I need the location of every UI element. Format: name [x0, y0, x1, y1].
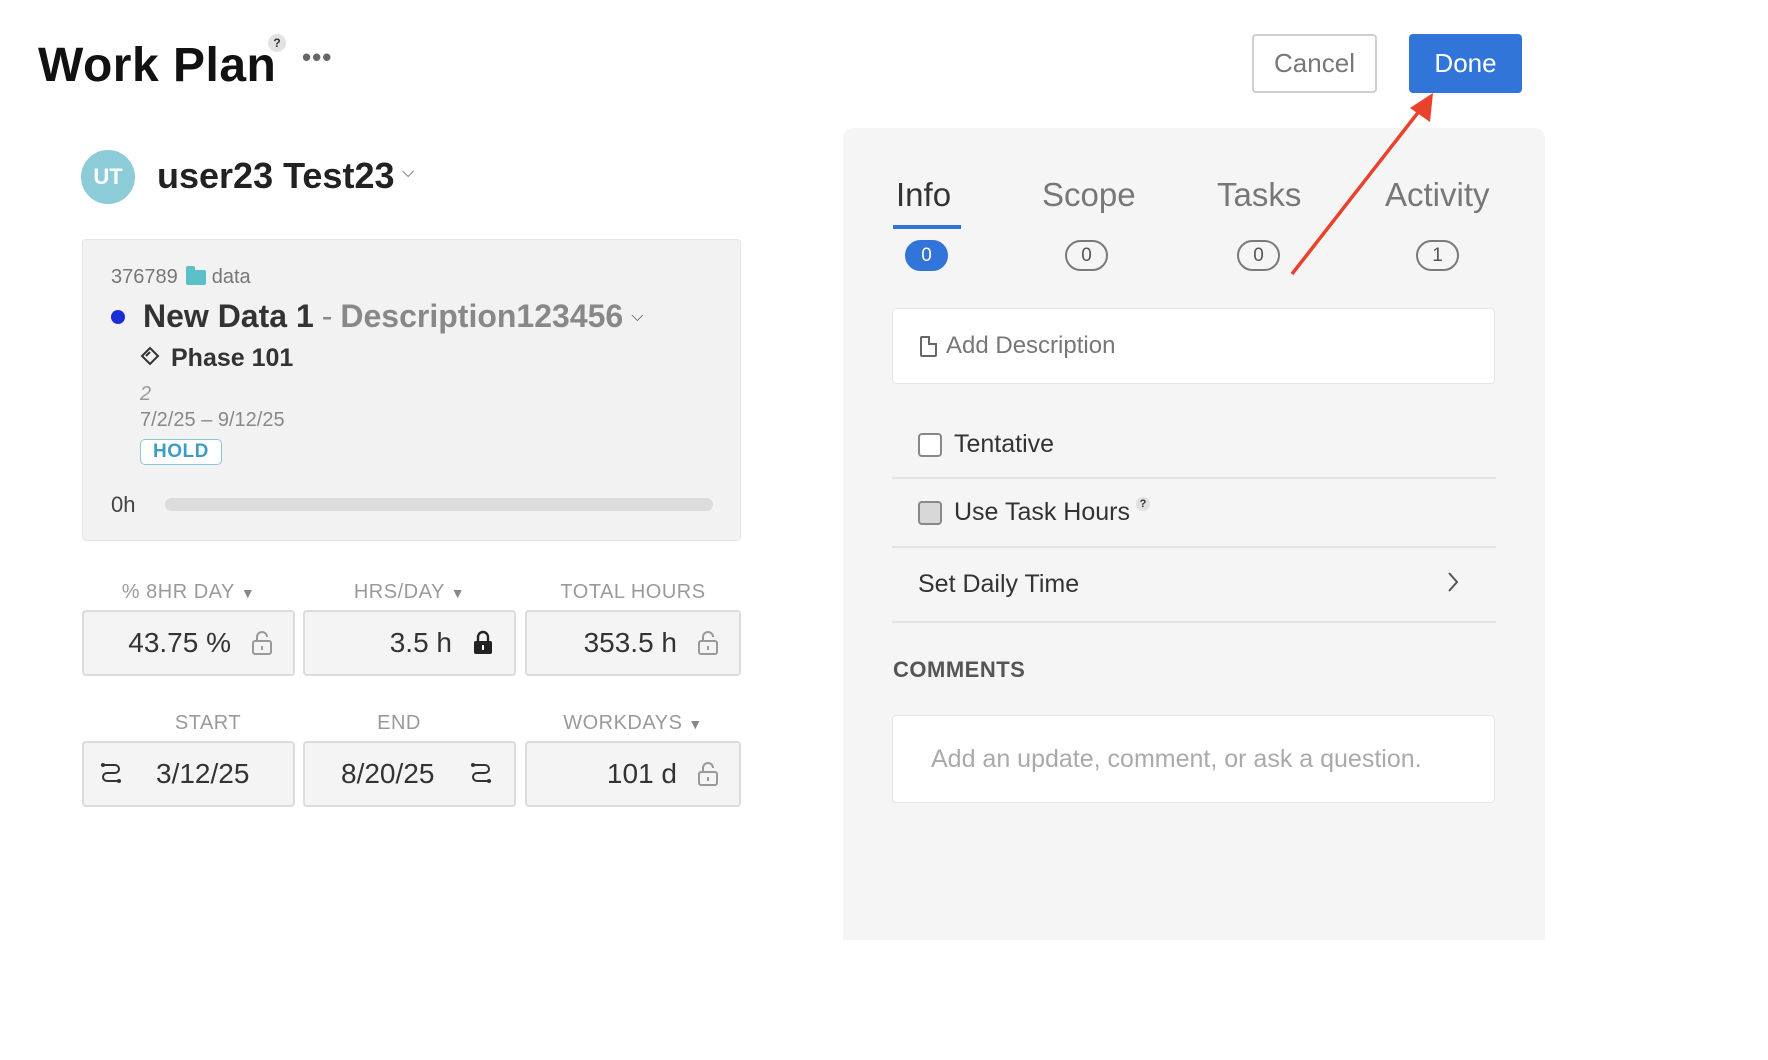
pct-day-header[interactable]: % 8HR DAY ▼: [82, 581, 295, 604]
phase-row: Phase 101: [139, 344, 293, 373]
total-hours-value: 353.5 h: [583, 627, 677, 658]
hours-spent: 0h: [111, 492, 136, 517]
unlocked-icon[interactable]: [251, 630, 273, 656]
chevron-down-icon[interactable]: ⌵: [631, 308, 643, 326]
folder-name: data: [211, 266, 251, 288]
end-date-field[interactable]: 8/20/25: [303, 741, 516, 807]
hrs-day-header[interactable]: HRS/DAY ▼: [303, 581, 516, 604]
hrs-day-label: HRS/DAY: [353, 581, 445, 603]
add-description-button[interactable]: Add Description: [892, 308, 1495, 384]
lock-icon[interactable]: [472, 630, 494, 656]
project-description: Description123456: [340, 298, 624, 334]
tab-activity[interactable]: Activity: [1385, 176, 1490, 214]
tab-scope-count: 0: [1065, 240, 1108, 271]
phase-number: 2: [140, 383, 152, 405]
unlocked-icon[interactable]: [697, 761, 719, 787]
done-button[interactable]: Done: [1409, 34, 1522, 93]
pct-day-label: % 8HR DAY: [121, 581, 235, 603]
page-title: Work Plan: [38, 39, 277, 92]
tab-tasks[interactable]: Tasks: [1217, 176, 1301, 214]
project-color-dot: [111, 309, 125, 324]
hrs-day-value: 3.5 h: [389, 627, 452, 658]
use-task-hours-label: Use Task Hours: [954, 498, 1130, 526]
help-icon[interactable]: ?: [1136, 496, 1150, 511]
tab-activity-count: 1: [1416, 240, 1459, 271]
phase-name: Phase 101: [171, 344, 294, 372]
tab-tasks-count: 0: [1237, 240, 1280, 271]
comments-heading: COMMENTS: [893, 657, 1026, 682]
start-date-field[interactable]: 3/12/25: [82, 741, 295, 807]
document-icon: [920, 335, 937, 357]
tentative-row[interactable]: Tentative: [892, 412, 1496, 479]
pct-day-field[interactable]: 43.75 %: [82, 610, 295, 676]
dependency-link-icon[interactable]: [98, 761, 124, 787]
phase-dates: 7/2/25 – 9/12/25: [140, 409, 285, 431]
status-badge: HOLD: [140, 439, 222, 465]
project-card: 376789 data New Data 1 - Description1234…: [82, 239, 741, 541]
user-name[interactable]: user23 Test23: [157, 155, 394, 197]
unlocked-icon[interactable]: [697, 630, 719, 656]
use-task-hours-checkbox[interactable]: [918, 500, 942, 525]
dependency-link-icon[interactable]: [468, 761, 494, 787]
total-hours-label: TOTAL HOURS: [560, 581, 706, 603]
caret-down-icon: ▼: [240, 585, 256, 601]
progress-bar: [165, 498, 713, 511]
end-date-value: 8/20/25: [341, 758, 435, 789]
hrs-day-field[interactable]: 3.5 h: [303, 610, 516, 676]
workdays-header[interactable]: WORKDAYS ▼: [525, 712, 741, 735]
caret-down-icon: ▼: [688, 716, 703, 732]
start-header: START: [82, 712, 334, 735]
use-task-hours-row[interactable]: Use Task Hours ?: [892, 479, 1496, 548]
folder-icon: [185, 266, 206, 285]
avatar: UT: [81, 150, 135, 204]
start-label: START: [174, 712, 242, 734]
project-id: 376789: [111, 266, 178, 288]
tentative-checkbox[interactable]: [918, 432, 942, 457]
project-name: New Data 1: [143, 298, 314, 334]
project-meta: 376789 data: [111, 266, 251, 289]
workdays-label: WORKDAYS: [563, 712, 683, 734]
project-title-row[interactable]: New Data 1 - Description123456 ⌵: [111, 298, 643, 335]
tab-scope[interactable]: Scope: [1042, 176, 1136, 214]
end-header: END: [303, 712, 495, 735]
tab-info-count: 0: [905, 240, 948, 271]
tab-info[interactable]: Info: [896, 176, 951, 214]
comment-input[interactable]: [892, 715, 1495, 803]
chevron-down-icon[interactable]: ⌵: [402, 164, 414, 182]
chevron-right-icon[interactable]: [1446, 569, 1460, 600]
help-icon[interactable]: ?: [268, 34, 286, 52]
diamond-tag-icon: [139, 345, 161, 373]
caret-down-icon: ▼: [450, 585, 466, 601]
tentative-label: Tentative: [954, 430, 1055, 458]
cancel-button[interactable]: Cancel: [1252, 34, 1377, 93]
add-description-label: Add Description: [946, 332, 1116, 359]
set-daily-time-label: Set Daily Time: [918, 570, 1080, 598]
pct-day-value: 43.75 %: [128, 627, 231, 658]
workdays-field[interactable]: 101 d: [525, 741, 741, 807]
project-separator: -: [321, 298, 333, 334]
more-options-icon[interactable]: •••: [302, 42, 332, 73]
end-label: END: [377, 712, 421, 734]
total-hours-header: TOTAL HOURS: [525, 581, 741, 604]
workdays-value: 101 d: [606, 758, 677, 789]
set-daily-time-row[interactable]: Set Daily Time: [892, 548, 1496, 623]
total-hours-field[interactable]: 353.5 h: [525, 610, 741, 676]
active-tab-indicator: [893, 225, 961, 229]
start-date-value: 3/12/25: [156, 758, 250, 789]
